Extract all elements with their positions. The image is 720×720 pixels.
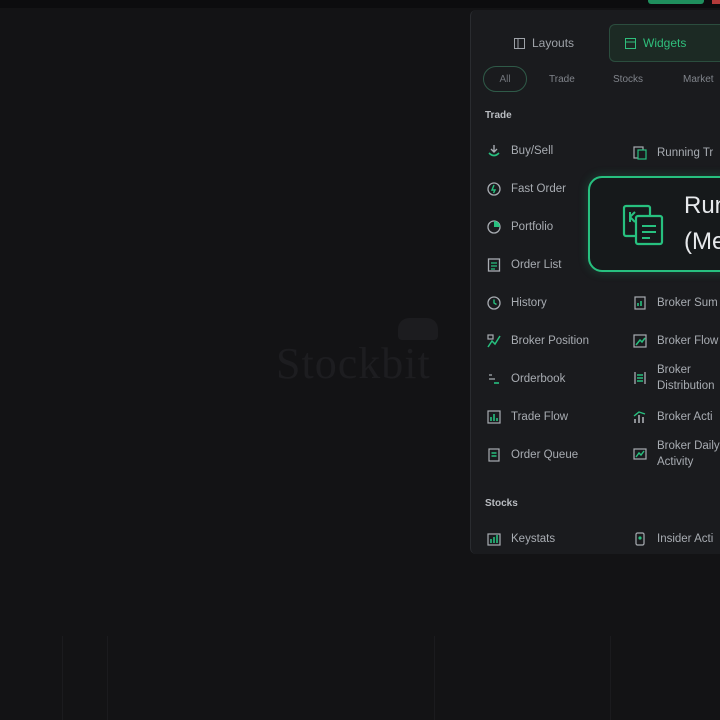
widget-broker-distribution[interactable]: Broker Distribution: [631, 362, 715, 394]
widget-history[interactable]: History: [485, 294, 547, 312]
top-bar: [0, 0, 720, 8]
portfolio-icon: [485, 218, 503, 236]
insider-activity-icon: [631, 530, 649, 548]
tab-widgets-label: Widgets: [643, 36, 687, 50]
order-queue-icon: [485, 446, 503, 464]
layouts-icon: [513, 37, 525, 49]
orderbook-icon: [485, 370, 503, 388]
widget-panel: Layouts Widgets All Trade Stocks Market …: [470, 10, 720, 554]
widget-insider-activity[interactable]: Insider Acti: [631, 530, 713, 548]
watermark-badge: [398, 318, 438, 340]
section-stocks-title: Stocks: [485, 498, 518, 509]
widget-fast-order[interactable]: Fast Order: [485, 180, 566, 198]
filter-trade[interactable]: Trade: [549, 66, 575, 92]
broker-position-icon: [485, 332, 503, 350]
highlight-line1: Run: [684, 192, 720, 219]
widget-trade-flow[interactable]: Trade Flow: [485, 408, 568, 426]
tab-layouts[interactable]: Layouts: [499, 24, 599, 62]
grid-line: [107, 636, 108, 720]
highlight-tooltip: Run (Me: [588, 176, 720, 272]
broker-daily-activity-icon: [631, 445, 649, 463]
widget-keystats[interactable]: Keystats: [485, 530, 555, 548]
trade-flow-icon: [485, 408, 503, 426]
top-green-button[interactable]: [648, 0, 704, 4]
section-trade-title: Trade: [485, 110, 512, 121]
broker-flow-icon: [631, 332, 649, 350]
widget-broker-activity[interactable]: Broker Acti: [631, 408, 713, 426]
widget-orderbook[interactable]: Orderbook: [485, 370, 565, 388]
grid-line: [62, 636, 63, 720]
history-icon: [485, 294, 503, 312]
grid-line: [610, 636, 611, 720]
widgets-icon: [624, 37, 636, 49]
widget-broker-summary[interactable]: Broker Sum: [631, 294, 718, 312]
highlight-line2: (Me: [684, 228, 720, 255]
filter-stocks[interactable]: Stocks: [613, 66, 643, 92]
broker-activity-icon: [631, 408, 649, 426]
order-list-icon: [485, 256, 503, 274]
buy-sell-icon: [485, 142, 503, 160]
panel-tabs: Layouts Widgets: [471, 24, 720, 64]
widget-broker-daily-activity[interactable]: Broker Daily Activity: [631, 438, 720, 470]
screen: Stockbit Layouts Widgets All Trade Stock…: [0, 0, 720, 720]
tab-widgets[interactable]: Widgets: [609, 24, 720, 62]
tab-layouts-label: Layouts: [532, 36, 575, 50]
keystats-icon: [485, 530, 503, 548]
running-trade-icon: [631, 144, 649, 162]
grid-line: [434, 636, 435, 720]
fast-order-icon: [485, 180, 503, 198]
broker-summary-icon: [631, 294, 649, 312]
widget-order-list[interactable]: Order List: [485, 256, 562, 274]
widget-order-queue[interactable]: Order Queue: [485, 446, 578, 464]
running-trade-icon: [622, 204, 664, 246]
widget-portfolio[interactable]: Portfolio: [485, 218, 553, 236]
widget-running-trade[interactable]: Running Tr: [631, 144, 713, 162]
filter-market[interactable]: Market: [683, 66, 714, 92]
filter-all[interactable]: All: [483, 66, 527, 92]
widget-buy-sell[interactable]: Buy/Sell: [485, 142, 553, 160]
top-red-button[interactable]: [712, 0, 720, 4]
widget-broker-position[interactable]: Broker Position: [485, 332, 589, 350]
broker-distribution-icon: [631, 369, 649, 387]
watermark-logo: Stockbit: [276, 339, 431, 388]
filter-chips: All Trade Stocks Market: [483, 66, 720, 96]
widget-broker-flow[interactable]: Broker Flow: [631, 332, 718, 350]
